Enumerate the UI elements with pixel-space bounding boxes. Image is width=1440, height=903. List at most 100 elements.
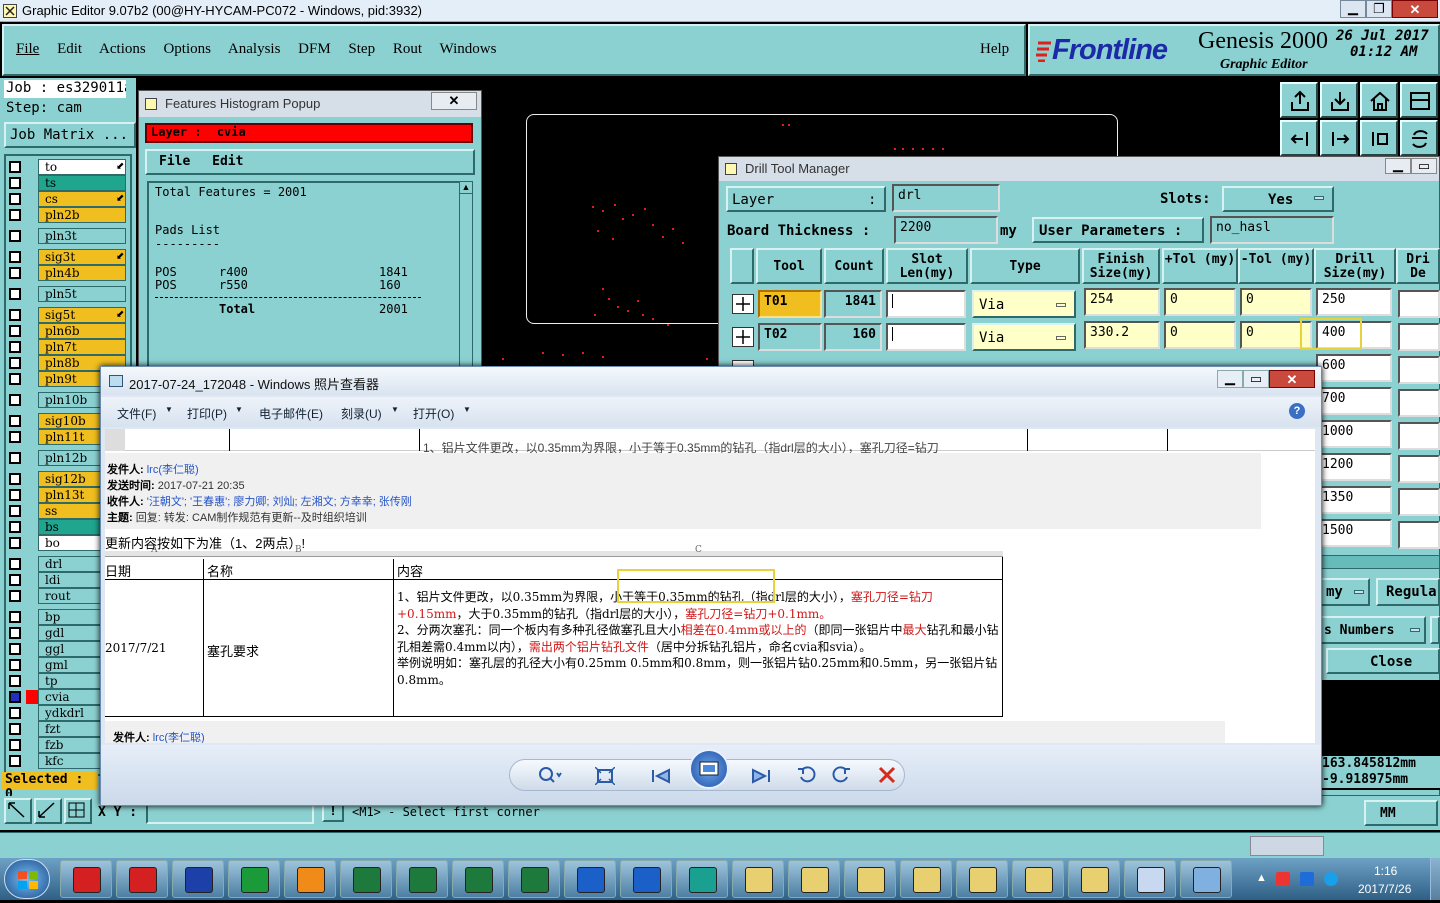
layer-row-ts[interactable]: ts <box>4 175 126 191</box>
layer-checkbox[interactable] <box>9 415 21 427</box>
drill-minimize-button[interactable]: ▁ <box>1385 158 1411 174</box>
taskbar-button[interactable] <box>676 860 728 898</box>
rotate-right-icon[interactable] <box>831 765 851 785</box>
layer-checkbox[interactable] <box>9 707 21 719</box>
layer-checkbox[interactable] <box>9 489 21 501</box>
drill-size-cell[interactable]: 1350 <box>1316 486 1392 514</box>
start-button[interactable] <box>4 859 50 899</box>
drill-size-cell[interactable]: 1500 <box>1316 519 1392 547</box>
layer-checkbox[interactable] <box>9 230 21 242</box>
taskbar-button[interactable] <box>956 860 1008 898</box>
tool-t01[interactable]: T01 <box>758 290 822 318</box>
layer-row-to[interactable]: to ⬋ <box>4 159 126 175</box>
tool-button-1[interactable] <box>1280 82 1318 118</box>
layer-checkbox[interactable] <box>9 675 21 687</box>
layer-checkbox[interactable] <box>9 659 21 671</box>
taskbar-button[interactable] <box>1012 860 1064 898</box>
option-units-select[interactable]: my <box>1320 578 1370 606</box>
histogram-scrollbar[interactable]: ▲ <box>459 181 473 373</box>
help-icon[interactable]: ? <box>1289 403 1305 419</box>
layer-checkbox[interactable] <box>9 452 21 464</box>
job-matrix-button[interactable]: Job Matrix ... <box>4 122 136 148</box>
drill-depth-cell[interactable] <box>1398 521 1440 549</box>
menu-step[interactable]: Step <box>348 41 375 57</box>
menu-dfm[interactable]: DFM <box>298 41 331 57</box>
finish-t02[interactable]: 330.2 <box>1084 321 1160 349</box>
layer-checkbox[interactable] <box>9 341 21 353</box>
menu-windows[interactable]: Windows <box>440 41 497 57</box>
layer-checkbox[interactable] <box>9 193 21 205</box>
viewer-menu-burn[interactable]: 刻录(U) <box>341 405 382 422</box>
taskbar-button[interactable] <box>284 860 336 898</box>
drill-t01[interactable]: 250 <box>1316 288 1392 316</box>
tool-button-5[interactable] <box>1280 120 1318 156</box>
grid-tool-button[interactable] <box>64 798 92 824</box>
drill-size-cell[interactable]: 600 <box>1316 354 1392 382</box>
layer-checkbox[interactable] <box>9 611 21 623</box>
layer-checkbox[interactable] <box>9 251 21 263</box>
layer-checkbox[interactable] <box>9 643 21 655</box>
viewer-close-button[interactable]: ✕ <box>1269 370 1315 388</box>
layer-row-pln2b[interactable]: pln2b <box>4 207 126 223</box>
drill-size-cell[interactable]: 1200 <box>1316 453 1392 481</box>
tool-t02[interactable]: T02 <box>758 323 822 351</box>
type-t02[interactable]: Via <box>972 323 1076 351</box>
layer-row-pln7t[interactable]: pln7t <box>4 339 126 355</box>
delete-icon[interactable] <box>877 765 897 785</box>
row-add-button[interactable] <box>732 327 754 347</box>
layer-checkbox[interactable] <box>9 177 21 189</box>
layer-checkbox[interactable] <box>9 558 21 570</box>
zoom-icon[interactable] <box>537 765 562 785</box>
layer-checkbox[interactable] <box>9 288 21 300</box>
drill-depth-cell[interactable] <box>1398 488 1440 516</box>
layer-checkbox[interactable] <box>9 521 21 533</box>
layer-row-cs[interactable]: cs ⬋ <box>4 191 126 207</box>
layer-checkbox[interactable] <box>9 431 21 443</box>
histogram-close-button[interactable]: ✕ <box>431 92 477 110</box>
viewer-menu-open[interactable]: 打开(O) <box>413 405 454 422</box>
layer-checkbox[interactable] <box>9 723 21 735</box>
layer-checkbox[interactable] <box>9 373 21 385</box>
viewer-menu-print[interactable]: 打印(P) <box>187 405 227 422</box>
taskbar-button[interactable] <box>1068 860 1120 898</box>
taskbar-button[interactable] <box>620 860 672 898</box>
menu-options[interactable]: Options <box>163 41 211 57</box>
viewer-menu-file[interactable]: 文件(F) <box>117 405 156 422</box>
maximize-button[interactable]: ❐ <box>1366 0 1392 18</box>
layer-row-pln5t[interactable]: pln5t <box>4 286 126 302</box>
layer-checkbox[interactable] <box>9 161 21 173</box>
layer-checkbox[interactable] <box>9 309 21 321</box>
drill-depth-t02[interactable] <box>1398 323 1440 351</box>
taskbar-button[interactable] <box>788 860 840 898</box>
tool-button-2[interactable] <box>1320 82 1358 118</box>
slotlen-t02[interactable] <box>886 323 966 351</box>
drill-size-cell[interactable]: 700 <box>1316 387 1392 415</box>
viewer-minimize-button[interactable]: ▁ <box>1217 370 1243 388</box>
taskbar-button[interactable] <box>60 860 112 898</box>
menu-actions[interactable]: Actions <box>99 41 146 57</box>
option-numbers-select[interactable]: s Numbers <box>1320 616 1426 644</box>
taskbar-button[interactable] <box>1180 860 1232 898</box>
ptol-t01[interactable]: 0 <box>1164 288 1236 316</box>
volume-icon[interactable] <box>1300 872 1314 886</box>
slotlen-t01[interactable] <box>886 290 966 318</box>
zoom-tool-button[interactable] <box>4 798 32 824</box>
layer-checkbox[interactable] <box>9 691 21 703</box>
layer-checkbox[interactable] <box>9 394 21 406</box>
show-hidden-icon[interactable]: ▲ <box>1256 872 1267 884</box>
layer-checkbox[interactable] <box>9 267 21 279</box>
close-drill-button[interactable]: Close <box>1326 648 1440 674</box>
slots-select[interactable]: Yes <box>1222 186 1334 212</box>
previous-icon[interactable] <box>649 767 675 785</box>
tool-button-3[interactable] <box>1360 82 1398 118</box>
units-select[interactable]: MM <box>1364 800 1438 826</box>
layer-checkbox[interactable] <box>9 473 21 485</box>
layer-checkbox[interactable] <box>9 574 21 586</box>
taskbar-button[interactable] <box>564 860 616 898</box>
viewer-menu-email[interactable]: 电子邮件(E) <box>259 405 323 422</box>
close-button[interactable]: ✕ <box>1392 0 1438 18</box>
taskbar-button[interactable] <box>508 860 560 898</box>
user-parameters-button[interactable]: User Parameters : <box>1032 217 1204 243</box>
layer-row-sig5t[interactable]: sig5t ⬋ <box>4 307 126 323</box>
layer-row-pln3t[interactable]: pln3t <box>4 228 126 244</box>
